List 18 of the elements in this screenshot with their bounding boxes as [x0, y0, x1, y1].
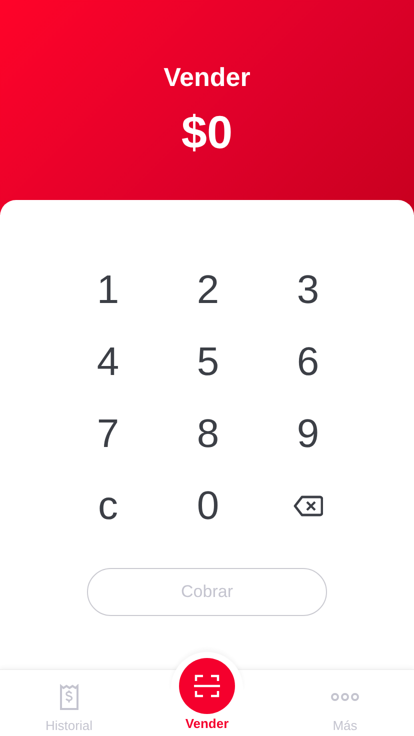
digit-key[interactable]: 3 [276, 260, 340, 320]
digit-key[interactable]: 2 [176, 260, 240, 320]
digit-key[interactable]: 1 [76, 260, 140, 320]
digit-key[interactable]: 7 [76, 404, 140, 464]
digit-key[interactable]: 6 [276, 332, 340, 392]
digit-key[interactable]: 4 [76, 332, 140, 392]
amount-display: $0 [181, 105, 233, 159]
receipt-icon [59, 684, 79, 710]
clear-key[interactable]: c [76, 476, 140, 536]
tab-item[interactable]: Vender [138, 658, 276, 732]
backspace-icon [293, 495, 323, 517]
screen-title: Vender [164, 62, 250, 93]
digit-key[interactable]: 8 [176, 404, 240, 464]
digit-key[interactable]: 5 [176, 332, 240, 392]
digit-key[interactable]: 0 [176, 476, 240, 536]
digit-key[interactable]: 9 [276, 404, 340, 464]
more-icon [331, 692, 359, 702]
scan-icon [194, 674, 220, 698]
